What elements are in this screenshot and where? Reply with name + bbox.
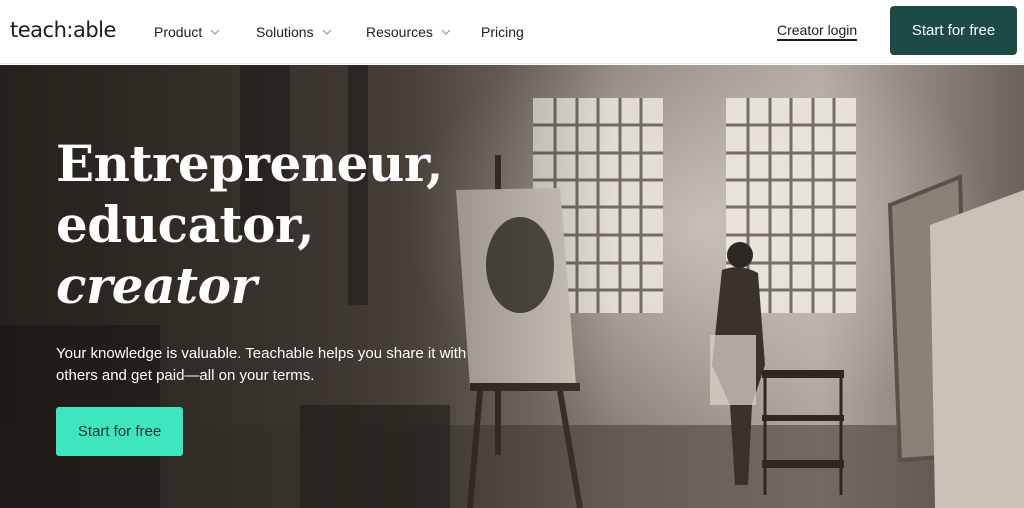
nav-solutions-label: Solutions (256, 24, 314, 40)
nav-product-label: Product (154, 24, 203, 40)
nav-pricing-label: Pricing (481, 24, 524, 40)
hero-start-for-free-button[interactable]: Start for free (56, 407, 183, 456)
headline-line-2: educator, (56, 195, 315, 254)
site-header: teach:able Product Solutions Resources P… (0, 0, 1024, 64)
nav-product[interactable]: Product (154, 24, 244, 40)
nav-pricing[interactable]: Pricing (481, 24, 541, 40)
hero-headline: Entrepreneur, educator, creator (56, 133, 443, 316)
teachable-logo[interactable]: teach:able (10, 18, 116, 42)
nav-solutions[interactable]: Solutions (256, 24, 346, 40)
headline-line-3: creator (56, 256, 257, 315)
headline-line-1: Entrepreneur, (56, 134, 443, 193)
chevron-down-icon (210, 29, 220, 35)
hero-subtext: Your knowledge is valuable. Teachable he… (56, 345, 467, 384)
hero-section: Entrepreneur, educator, creator Your kno… (0, 65, 1024, 508)
chevron-down-icon (441, 29, 451, 35)
start-for-free-button[interactable]: Start for free (890, 6, 1017, 55)
creator-login-link[interactable]: Creator login (777, 22, 858, 41)
nav-resources-label: Resources (366, 24, 433, 40)
nav-resources[interactable]: Resources (366, 24, 466, 40)
chevron-down-icon (322, 29, 332, 35)
